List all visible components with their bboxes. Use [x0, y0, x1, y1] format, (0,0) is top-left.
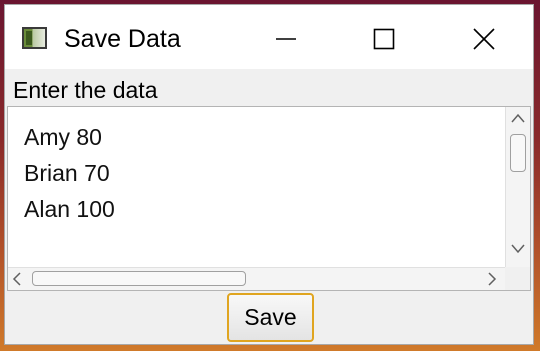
- data-text-area[interactable]: Amy 80 Brian 70 Alan 100: [7, 106, 531, 291]
- scroll-right-icon[interactable]: [486, 272, 498, 286]
- save-data-window: Save Data Enter the data Amy 80 Brian 70…: [4, 4, 534, 345]
- minimize-icon: [276, 38, 296, 40]
- scroll-up-icon[interactable]: [511, 112, 525, 124]
- close-icon: [473, 28, 495, 50]
- scroll-left-icon[interactable]: [11, 272, 23, 286]
- scrollbar-corner: [505, 267, 530, 290]
- scroll-down-icon[interactable]: [511, 243, 525, 255]
- save-button[interactable]: Save: [227, 293, 314, 342]
- app-icon: [22, 27, 47, 49]
- horizontal-scroll-thumb[interactable]: [32, 271, 246, 286]
- text-area-content[interactable]: Amy 80 Brian 70 Alan 100: [24, 119, 115, 227]
- vertical-scroll-thumb[interactable]: [510, 134, 526, 172]
- text-line: Brian 70: [24, 160, 110, 186]
- enter-data-label: Enter the data: [13, 77, 158, 103]
- vertical-scrollbar[interactable]: [505, 107, 530, 267]
- maximize-button[interactable]: [361, 19, 407, 59]
- text-line: Alan 100: [24, 196, 115, 222]
- horizontal-scrollbar[interactable]: [8, 267, 505, 290]
- close-button[interactable]: [461, 19, 507, 59]
- maximize-icon: [373, 28, 395, 50]
- minimize-button[interactable]: [263, 19, 309, 59]
- window-title: Save Data: [64, 25, 181, 53]
- title-bar[interactable]: Save Data: [5, 5, 533, 69]
- text-line: Amy 80: [24, 124, 102, 150]
